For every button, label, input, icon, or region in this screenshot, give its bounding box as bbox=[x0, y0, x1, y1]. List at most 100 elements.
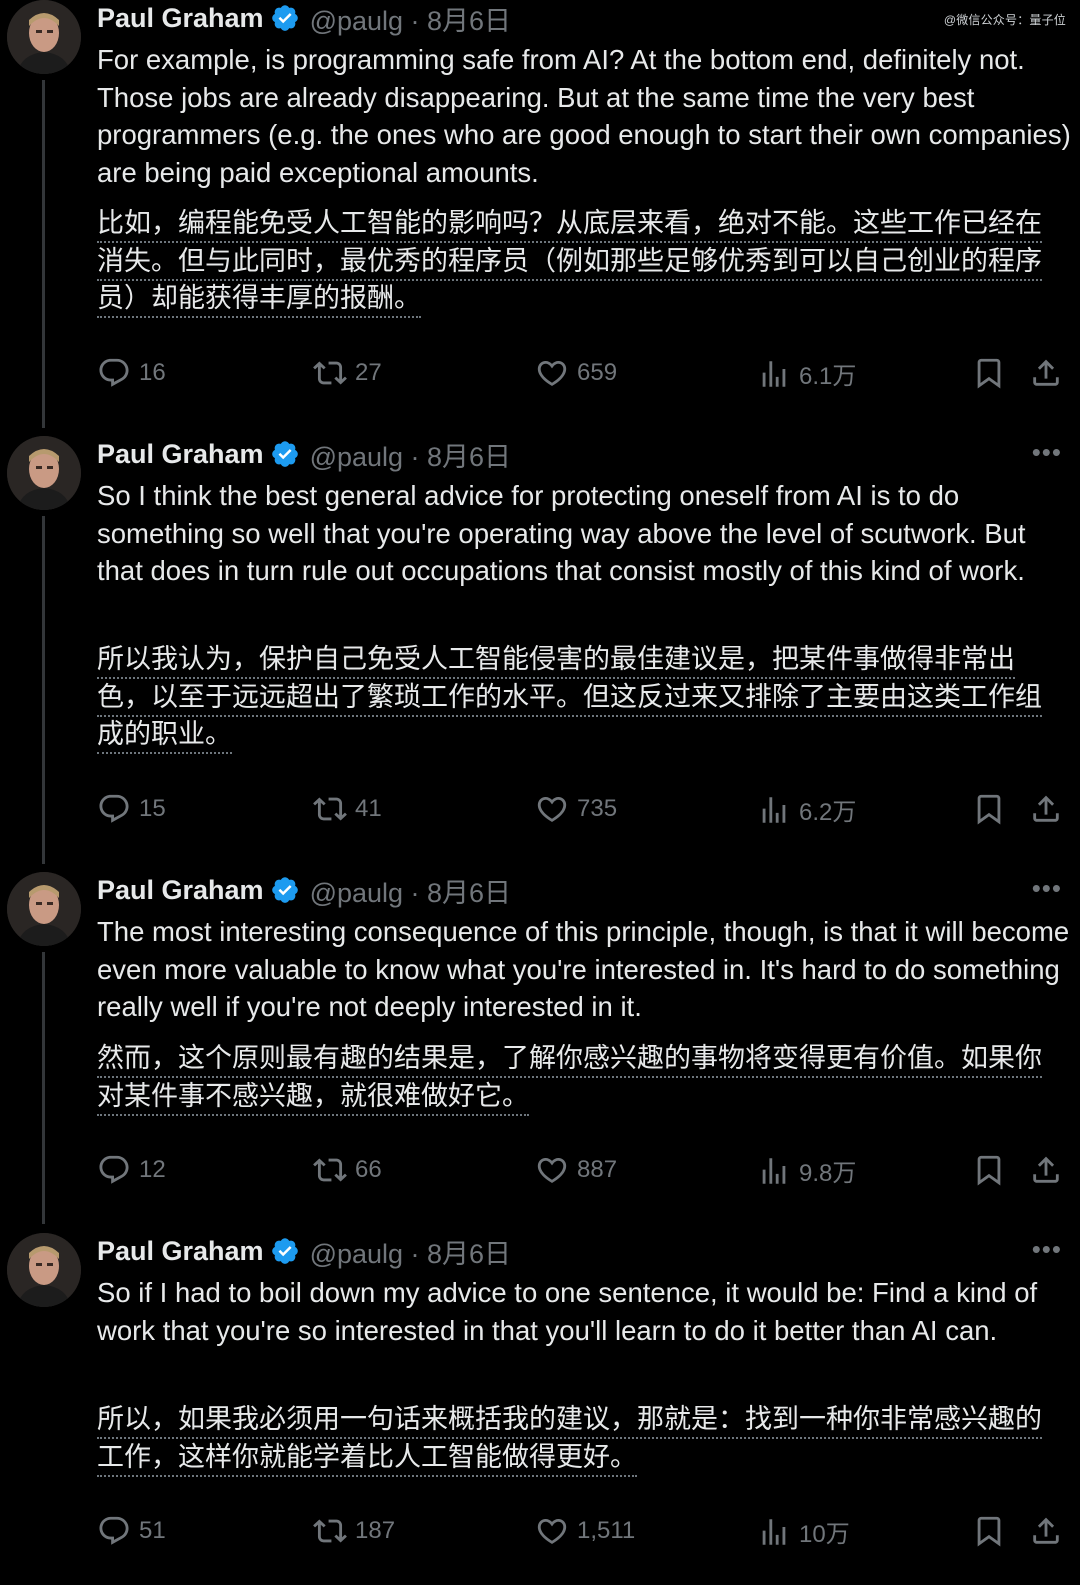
handle-date[interactable]: @paulg · 8月6日 bbox=[310, 871, 512, 910]
share-button[interactable] bbox=[1029, 792, 1063, 826]
like-button[interactable]: 735 bbox=[535, 792, 617, 826]
tweet-header: Paul Graham @paulg · 8月6日 bbox=[97, 436, 511, 472]
retweet-button[interactable]: 41 bbox=[313, 792, 382, 826]
reply-count: 16 bbox=[139, 359, 166, 386]
author-name[interactable]: Paul Graham bbox=[97, 3, 264, 34]
tweet-thread: @微信公众号：量子位 Paul Graham @paulg · 8月6日 For… bbox=[0, 0, 1080, 1585]
handle-date[interactable]: @paulg · 8月6日 bbox=[310, 1232, 512, 1271]
reply-icon bbox=[99, 1155, 129, 1184]
views-button[interactable]: 10万 bbox=[757, 1514, 850, 1549]
handle-date[interactable]: @paulg · 8月6日 bbox=[310, 0, 512, 38]
like-button[interactable]: 887 bbox=[535, 1153, 617, 1187]
bookmark-button[interactable] bbox=[972, 356, 1006, 390]
retweet-icon bbox=[313, 1519, 347, 1543]
share-button[interactable] bbox=[1029, 356, 1063, 390]
views-button[interactable]: 6.1万 bbox=[757, 356, 856, 391]
tweet-header: Paul Graham @paulg · 8月6日 bbox=[97, 1233, 511, 1269]
author-name[interactable]: Paul Graham bbox=[97, 439, 264, 470]
views-button[interactable]: 9.8万 bbox=[757, 1153, 856, 1188]
retweet-icon bbox=[313, 797, 347, 821]
tweet-actions: 16 27 659 6.1万 bbox=[97, 356, 1072, 392]
handle-date[interactable]: @paulg · 8月6日 bbox=[310, 435, 512, 474]
like-count: 1,511 bbox=[577, 1517, 636, 1544]
views-count: 9.8万 bbox=[799, 1160, 857, 1187]
thread-line bbox=[42, 516, 45, 864]
retweet-icon bbox=[313, 361, 347, 385]
reply-icon bbox=[99, 358, 129, 387]
views-icon bbox=[762, 796, 786, 823]
reply-button[interactable]: 51 bbox=[97, 1514, 166, 1548]
avatar[interactable] bbox=[7, 1233, 81, 1307]
share-icon bbox=[1033, 795, 1059, 822]
share-button[interactable] bbox=[1029, 1153, 1063, 1187]
translation-text: 然而，这个原则最有趣的结果是，了解你感兴趣的事物将变得更有价值。如果你对某件事不… bbox=[97, 1043, 1042, 1116]
bookmark-button[interactable] bbox=[972, 792, 1006, 826]
retweet-count: 41 bbox=[355, 795, 382, 822]
reply-icon bbox=[99, 794, 129, 823]
views-count: 6.2万 bbox=[799, 799, 857, 826]
translation-text: 比如，编程能免受人工智能的影响吗？从底层来看，绝对不能。这些工作已经在消失。但与… bbox=[97, 208, 1042, 318]
share-icon bbox=[1033, 1156, 1059, 1183]
bookmark-button[interactable] bbox=[972, 1514, 1006, 1548]
tweet-actions: 51 187 1,511 10万 bbox=[97, 1514, 1072, 1550]
verified-badge-icon bbox=[270, 1236, 300, 1266]
watermark: @微信公众号：量子位 bbox=[943, 13, 1066, 27]
avatar[interactable] bbox=[7, 872, 81, 946]
tweet-text-en: So I think the best general advice for p… bbox=[97, 480, 1026, 586]
reply-button[interactable]: 12 bbox=[97, 1153, 166, 1187]
like-count: 735 bbox=[577, 795, 618, 822]
retweet-count: 27 bbox=[355, 359, 382, 386]
like-count: 887 bbox=[577, 1156, 618, 1183]
tweet-text-zh: 然而，这个原则最有趣的结果是，了解你感兴趣的事物将变得更有价值。如果你对某件事不… bbox=[97, 1040, 1057, 1116]
more-icon[interactable]: ••• bbox=[1032, 1236, 1062, 1262]
reply-icon bbox=[99, 1516, 129, 1545]
avatar[interactable] bbox=[7, 436, 81, 510]
share-icon bbox=[1033, 1517, 1059, 1544]
views-count: 6.1万 bbox=[799, 363, 857, 390]
translation-text: 所以我认为，保护自己免受人工智能侵害的最佳建议是，把某件事做得非常出色，以至于远… bbox=[97, 644, 1042, 754]
bookmark-button[interactable] bbox=[972, 1153, 1006, 1187]
author-name[interactable]: Paul Graham bbox=[97, 1236, 264, 1267]
like-button[interactable]: 1,511 bbox=[535, 1514, 635, 1548]
retweet-button[interactable]: 66 bbox=[313, 1153, 382, 1187]
retweet-count: 187 bbox=[355, 1517, 396, 1544]
retweet-count: 66 bbox=[355, 1156, 382, 1183]
more-icon[interactable]: ••• bbox=[1032, 439, 1062, 465]
thread-line bbox=[42, 80, 45, 428]
bookmark-icon bbox=[977, 358, 1001, 389]
tweet-text-zh: 比如，编程能免受人工智能的影响吗？从底层来看，绝对不能。这些工作已经在消失。但与… bbox=[97, 205, 1057, 318]
reply-button[interactable]: 15 bbox=[97, 792, 166, 826]
tweet-text-en: For example, is programming safe from AI… bbox=[97, 44, 1071, 188]
reply-count: 51 bbox=[139, 1517, 166, 1544]
reply-count: 15 bbox=[139, 795, 166, 822]
avatar[interactable] bbox=[7, 0, 81, 74]
thread-line bbox=[42, 952, 45, 1224]
heart-icon bbox=[537, 796, 567, 822]
tweet-text-en: The most interesting consequence of this… bbox=[97, 916, 1070, 1022]
tweet-text-zh: 所以我认为，保护自己免受人工智能侵害的最佳建议是，把某件事做得非常出色，以至于远… bbox=[97, 641, 1057, 754]
retweet-button[interactable]: 27 bbox=[313, 356, 382, 390]
tweet-header: Paul Graham @paulg · 8月6日 bbox=[97, 872, 511, 908]
verified-badge-icon bbox=[270, 3, 300, 33]
reply-button[interactable]: 16 bbox=[97, 356, 166, 390]
heart-icon bbox=[537, 360, 567, 386]
author-name[interactable]: Paul Graham bbox=[97, 875, 264, 906]
share-icon bbox=[1033, 359, 1059, 386]
more-icon[interactable]: ••• bbox=[1032, 875, 1062, 901]
views-button[interactable]: 6.2万 bbox=[757, 792, 856, 827]
tweet-actions: 12 66 887 9.8万 bbox=[97, 1153, 1072, 1189]
tweet-actions: 15 41 735 6.2万 bbox=[97, 792, 1072, 828]
tweet-text-zh: 所以，如果我必须用一句话来概括我的建议，那就是：找到一种你非常感兴趣的工作，这样… bbox=[97, 1401, 1057, 1477]
views-count: 10万 bbox=[799, 1521, 850, 1548]
retweet-icon bbox=[313, 1158, 347, 1182]
translation-text: 所以，如果我必须用一句话来概括我的建议，那就是：找到一种你非常感兴趣的工作，这样… bbox=[97, 1404, 1042, 1477]
retweet-button[interactable]: 187 bbox=[313, 1514, 395, 1548]
views-icon bbox=[762, 1518, 786, 1545]
tweet-header: Paul Graham @paulg · 8月6日 bbox=[97, 0, 511, 36]
verified-badge-icon bbox=[270, 439, 300, 469]
like-button[interactable]: 659 bbox=[535, 356, 617, 390]
like-count: 659 bbox=[577, 359, 618, 386]
share-button[interactable] bbox=[1029, 1514, 1063, 1548]
verified-badge-icon bbox=[270, 875, 300, 905]
heart-icon bbox=[537, 1518, 567, 1544]
